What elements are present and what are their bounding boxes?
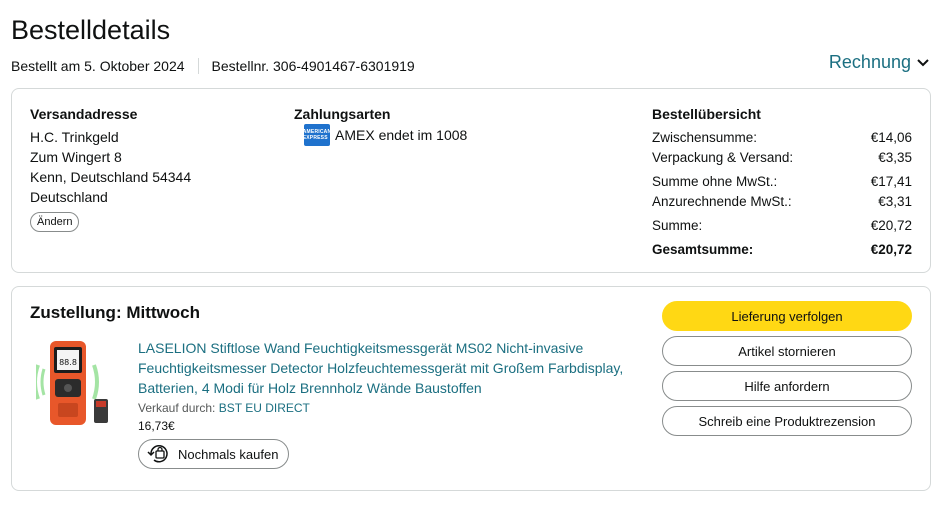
summary-row: Anzurechnende MwSt.: €3,31 — [652, 194, 912, 209]
seller-link[interactable]: BST EU DIRECT — [219, 401, 310, 415]
shipping-title: Versandadresse — [30, 106, 138, 122]
write-review-button[interactable]: Schreib eine Produktrezension — [662, 406, 912, 436]
change-address-button[interactable]: Ändern — [30, 212, 80, 232]
amex-card-icon: AMERICAN EXPRESS — [303, 124, 331, 146]
product-price: 16,73€ — [138, 419, 175, 433]
invoice-label: Rechnung — [828, 52, 911, 72]
order-number: Bestellnr. 306-4901467-6301919 — [211, 58, 415, 74]
shipping-address: Versandadresse H.C. Trinkgeld Zum Winger… — [30, 106, 191, 232]
order-info-card: Versandadresse H.C. Trinkgeld Zum Winger… — [11, 88, 931, 273]
summary-row: Summe ohne MwSt.: €17,41 — [652, 174, 912, 189]
product-image[interactable]: 88.8 — [36, 337, 116, 427]
payment-card-text: AMEX endet im 1008 — [335, 127, 468, 143]
product-title-link[interactable]: LASELION Stiftlose Wand Feuchtigkeitsmes… — [138, 338, 638, 398]
order-summary: Bestellübersicht Zwischensumme: €14,06 Ve… — [652, 106, 912, 260]
summary-row: Zwischensumme: €14,06 — [652, 130, 912, 145]
buy-again-icon — [147, 445, 168, 463]
get-help-button[interactable]: Hilfe anfordern — [662, 371, 912, 401]
chevron-down-icon — [917, 58, 929, 66]
payment-title: Zahlungsarten — [294, 106, 391, 122]
address-line: Deutschland — [30, 189, 108, 205]
meta-divider — [197, 58, 199, 74]
summary-title: Bestellübersicht — [652, 106, 761, 122]
order-date: Bestellt am 5. Oktober 2024 — [11, 58, 185, 74]
summary-total-row: Gesamtsumme: €20,72 — [652, 242, 912, 257]
invoice-dropdown[interactable]: Rechnung — [829, 52, 929, 73]
seller-info: Verkauf durch: BST EU DIRECT — [138, 401, 638, 415]
svg-text:88.8: 88.8 — [59, 358, 77, 367]
address-line: H.C. Trinkgeld — [30, 129, 119, 145]
delivery-card: Zustellung: Mittwoch 88.8 LASELION Stift… — [11, 286, 931, 491]
buy-again-label: Nochmals kaufen — [178, 446, 279, 462]
buy-again-button[interactable]: Nochmals kaufen — [138, 439, 290, 469]
address-line: Zum Wingert 8 — [30, 149, 122, 165]
summary-row: Summe: €20,72 — [652, 218, 912, 233]
summary-row: Verpackung & Versand: €3,35 — [652, 150, 912, 165]
track-package-button[interactable]: Lieferung verfolgen — [662, 301, 912, 331]
order-meta: Bestellt am 5. Oktober 2024 Bestellnr. 3… — [11, 58, 415, 74]
cancel-item-button[interactable]: Artikel stornieren — [662, 336, 912, 366]
order-actions: Lieferung verfolgen Artikel stornieren H… — [662, 301, 912, 441]
page-title: Bestelldetails — [11, 15, 171, 45]
product-info: LASELION Stiftlose Wand Feuchtigkeitsmes… — [138, 338, 638, 470]
seller-prefix: Verkauf durch: — [138, 401, 216, 415]
delivery-title: Zustellung: Mittwoch — [30, 303, 200, 322]
address-line: Kenn, Deutschland 54344 — [30, 169, 192, 185]
payment-method: Zahlungsarten AMERICAN EXPRESS AMEX ende… — [294, 106, 467, 146]
